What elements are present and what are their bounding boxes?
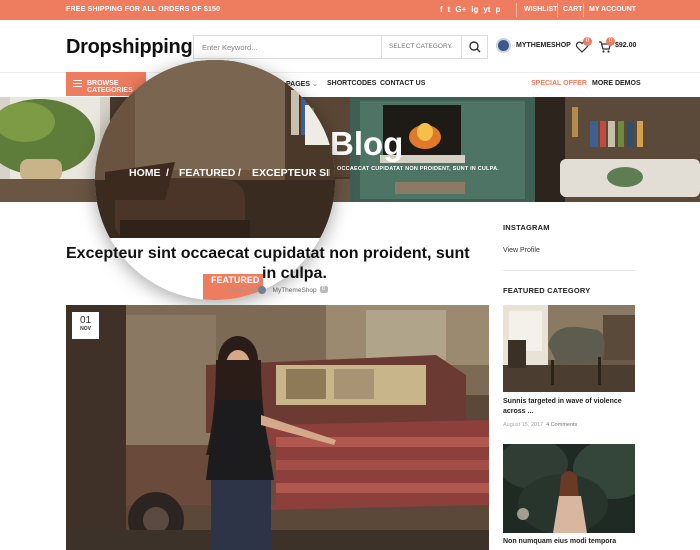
post-title-line2: in culpa. xyxy=(262,265,327,282)
posted-by-label: Posted by xyxy=(228,287,257,294)
breadcrumb-current: EXCEPTEUR SINT xyxy=(252,167,330,179)
breadcrumb-home[interactable]: HOME xyxy=(129,167,161,179)
nav-item-shortcodes[interactable]: SHORTCODES xyxy=(327,80,376,87)
free-shipping-notice: FREE SHIPPING FOR ALL ORDERS OF $150 xyxy=(66,6,221,13)
google-plus-icon[interactable]: G+ xyxy=(455,5,466,14)
my-account-link[interactable]: MY ACCOUNT xyxy=(589,6,636,13)
cart-button[interactable]: 0 xyxy=(598,37,615,59)
social-links: f t G+ ig yt p xyxy=(440,5,500,14)
site-logo[interactable]: Dropshipping xyxy=(66,36,193,59)
search-input[interactable]: Enter Keyword... xyxy=(202,43,257,52)
nav-item-contact[interactable]: CONTACT US xyxy=(380,80,425,87)
search-icon xyxy=(469,41,481,53)
brand-avatar[interactable] xyxy=(496,38,511,53)
category-select-label: SELECT CATEGORY xyxy=(389,43,452,50)
post-image-illustration xyxy=(66,305,489,550)
featured-post-comments-1[interactable]: 4 Comments xyxy=(546,422,577,428)
wishlist-link[interactable]: WISHLIST xyxy=(524,6,557,13)
cart-total: $92.00 xyxy=(615,42,637,49)
search-button[interactable] xyxy=(461,36,487,58)
featured-post-title-1-line2: across ... xyxy=(503,407,534,415)
post-author[interactable]: MyThemeShop xyxy=(273,287,317,294)
featured-post-illustration-2 xyxy=(503,444,635,533)
breadcrumb-separator: / xyxy=(238,167,241,179)
view-profile-link[interactable]: View Profile xyxy=(503,247,540,254)
browse-categories-label: BROWSE CATEGORIES xyxy=(87,80,133,94)
post-date-badge: 01 NOV xyxy=(72,312,99,339)
wishlist-count-badge: 0 xyxy=(583,37,592,46)
post-category-tag[interactable]: FEATURED xyxy=(203,274,263,286)
featured-post-title-1[interactable]: Sunnis targeted in wave of violence acro… xyxy=(503,397,635,416)
cart-count-badge: 0 xyxy=(606,37,615,46)
post-date-day: 01 xyxy=(79,315,92,326)
nav-item-special-offer[interactable]: SPECIAL OFFER xyxy=(531,80,587,87)
category-select[interactable]: SELECT CATEGORY ⌄ xyxy=(381,36,461,58)
menu-icon xyxy=(73,80,82,87)
post-featured-image[interactable] xyxy=(66,305,489,550)
chevron-down-icon: ⌄ xyxy=(448,43,454,50)
breadcrumb-featured[interactable]: FEATURED xyxy=(179,167,235,179)
hero-subtitle: OCCAECAT CUPIDATAT NON PROIDENT, SUNT IN… xyxy=(337,166,499,172)
divider xyxy=(516,3,517,17)
featured-category-heading: FEATURED CATEGORY xyxy=(503,286,591,295)
author-avatar xyxy=(258,286,266,294)
featured-post-title-2[interactable]: Non numquam eius modi tempora xyxy=(503,537,635,547)
instagram-heading: INSTAGRAM xyxy=(503,223,550,232)
sidebar-divider xyxy=(503,270,635,271)
brand-name[interactable]: MYTHEMESHOP xyxy=(516,42,571,49)
post-category-label: FEATURED xyxy=(211,275,260,285)
nav-item-more-demos[interactable]: MORE DEMOS xyxy=(592,80,641,87)
post-title-line1: Excepteur sint occaecat cupidatat non pr… xyxy=(66,245,470,262)
featured-post-date-1: August 15, 2017 xyxy=(503,422,544,428)
post-meta: Posted by MyThemeShop xyxy=(228,287,317,294)
featured-post-image-2[interactable] xyxy=(503,444,635,533)
twitter-icon[interactable]: t xyxy=(448,5,451,14)
post-date-month: NOV xyxy=(80,326,91,332)
facebook-icon[interactable]: f xyxy=(440,5,443,14)
featured-post-meta-1: August 15, 2017 4 Comments xyxy=(503,422,577,428)
featured-post-image-1[interactable] xyxy=(503,305,635,392)
pinterest-icon[interactable]: p xyxy=(495,5,500,14)
instagram-icon[interactable]: ig xyxy=(471,5,478,14)
youtube-icon[interactable]: yt xyxy=(483,5,490,14)
chevron-down-icon: ⌄ xyxy=(311,81,318,88)
wishlist-button[interactable]: 0 xyxy=(575,37,592,59)
hero-title: Blog xyxy=(330,125,404,162)
cart-link[interactable]: CART xyxy=(563,6,582,13)
breadcrumb-separator: / xyxy=(166,167,169,179)
divider xyxy=(557,3,558,17)
featured-post-illustration-1 xyxy=(503,305,635,392)
top-bar: FREE SHIPPING FOR ALL ORDERS OF $150 f t… xyxy=(0,0,700,20)
divider xyxy=(583,3,584,17)
comment-count: 0 xyxy=(322,286,326,292)
featured-post-title-1-line1: Sunnis targeted in wave of violence xyxy=(503,398,622,405)
search-form: Enter Keyword... SELECT CATEGORY ⌄ xyxy=(193,35,488,59)
